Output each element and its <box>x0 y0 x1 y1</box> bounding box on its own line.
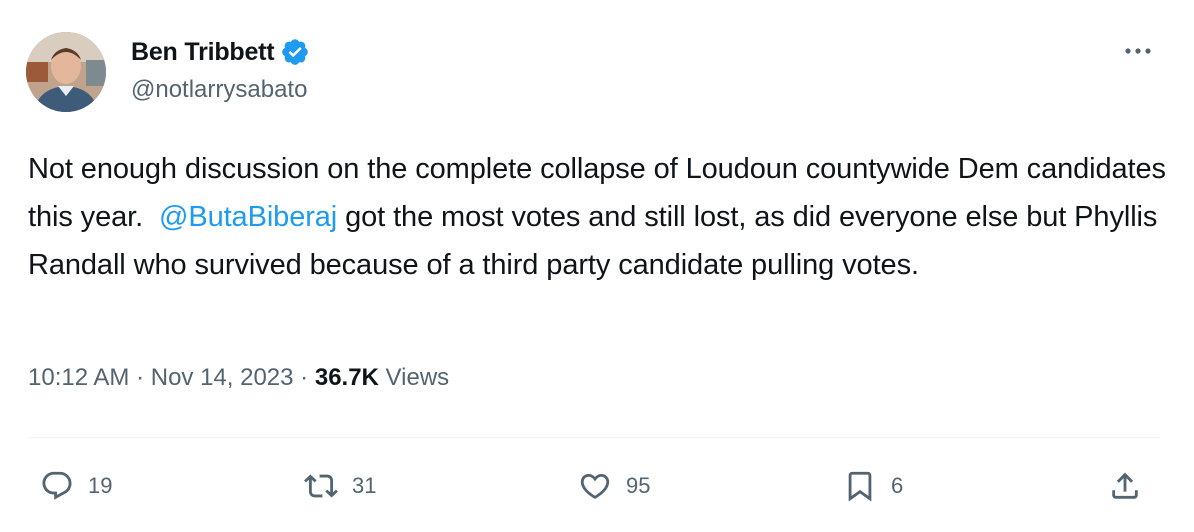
views-label[interactable]: Views <box>379 364 450 392</box>
repost-button[interactable]: 31 <box>304 466 376 506</box>
reply-button[interactable]: 19 <box>40 466 112 506</box>
like-count: 95 <box>626 473 651 498</box>
repost-icon <box>304 469 338 503</box>
tweet-meta: 10:12 AM · Nov 14, 2023 · 36.7K Views <box>28 364 449 392</box>
bookmark-count: 6 <box>891 473 904 498</box>
meta-separator: · <box>293 364 315 391</box>
verified-badge-icon[interactable] <box>280 37 310 67</box>
avatar[interactable] <box>26 32 106 112</box>
tweet-date[interactable]: Nov 14, 2023 <box>151 364 294 392</box>
views-count[interactable]: 36.7K <box>315 364 379 392</box>
mention-link[interactable]: @ButaBiberaj <box>159 201 337 233</box>
tweet-card: Ben Tribbett @notlarrysabato Not enough … <box>0 0 1194 532</box>
avatar-photo <box>26 32 106 112</box>
like-button[interactable]: 95 <box>578 466 650 506</box>
reply-count: 19 <box>88 473 113 498</box>
repost-count: 31 <box>352 473 377 498</box>
tweet-text: Not enough discussion on the complete co… <box>28 145 1168 289</box>
reply-icon <box>40 469 74 503</box>
divider <box>28 437 1160 438</box>
heart-icon <box>578 469 612 503</box>
author-display-name[interactable]: Ben Tribbett <box>131 38 275 67</box>
author-name-row[interactable]: Ben Tribbett <box>131 34 310 70</box>
bookmark-icon <box>843 469 877 503</box>
meta-separator: · <box>129 364 151 391</box>
more-options-icon[interactable] <box>1118 36 1158 66</box>
bookmark-button[interactable]: 6 <box>843 466 903 506</box>
tweet-time[interactable]: 10:12 AM <box>28 364 129 392</box>
share-icon <box>1108 469 1142 503</box>
author-handle[interactable]: @notlarrysabato <box>131 76 307 104</box>
share-button[interactable] <box>1108 466 1142 506</box>
